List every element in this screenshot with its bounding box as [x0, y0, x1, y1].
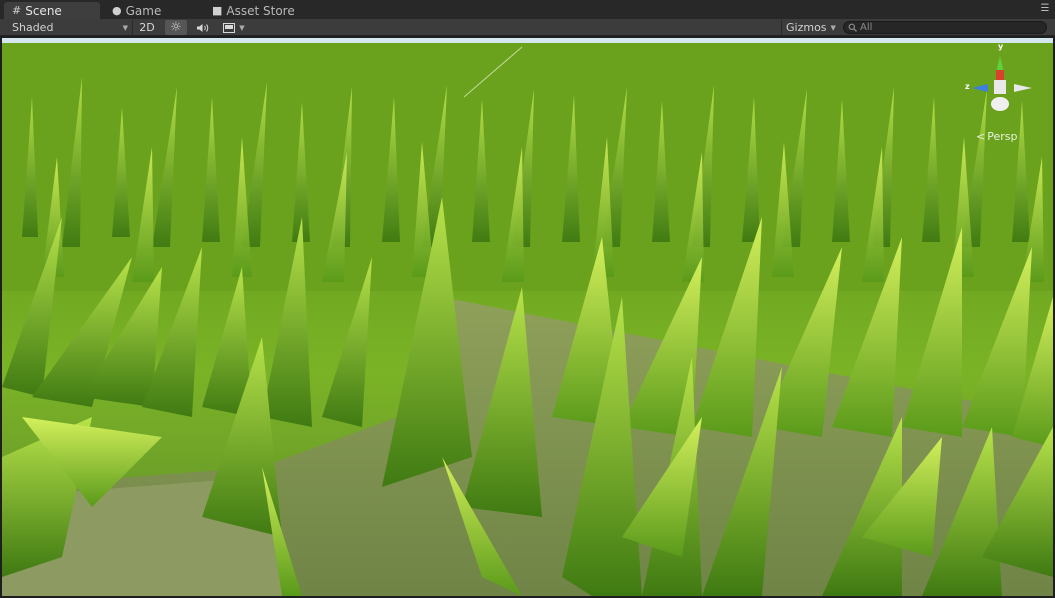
image-effects-icon — [223, 22, 236, 33]
chevron-down-icon: ▼ — [122, 23, 128, 32]
tab-game[interactable]: ● Game — [104, 2, 204, 19]
image-effects-dropdown[interactable]: ▼ — [220, 20, 248, 35]
axis-z-label: z — [965, 82, 970, 91]
mode-2d-button[interactable]: 2D — [134, 20, 160, 35]
axis-z-cone[interactable] — [972, 84, 988, 92]
projection-label: Persp — [987, 130, 1018, 143]
axis-y-neg-cone[interactable] — [991, 97, 1009, 111]
tab-scene[interactable]: # Scene — [4, 2, 100, 19]
grass-scene-render — [2, 37, 1053, 596]
tab-game-label: Game — [125, 3, 162, 18]
chevron-down-icon: ▼ — [239, 23, 245, 32]
mode-2d-label: 2D — [139, 21, 155, 34]
scene-audio-toggle[interactable] — [192, 20, 214, 35]
search-icon — [848, 23, 857, 32]
orientation-gizmo[interactable] — [960, 42, 1040, 122]
scene-lighting-toggle[interactable]: ☼ — [165, 20, 187, 35]
toolbar-divider — [132, 20, 133, 35]
sun-icon: ☼ — [170, 20, 182, 35]
toolbar-divider — [781, 20, 782, 35]
lock-icon: ■ — [212, 4, 223, 17]
gizmo-center-cube[interactable] — [994, 80, 1006, 94]
axis-y-cone[interactable] — [996, 56, 1004, 72]
scene-viewport[interactable] — [2, 37, 1053, 596]
tab-scene-label: Scene — [25, 3, 62, 18]
chevron-down-icon: ▼ — [830, 23, 836, 32]
scene-grid-icon: # — [12, 4, 22, 17]
axis-x-neg-cone[interactable] — [1014, 84, 1032, 92]
tab-asset-store-label: Asset Store — [226, 3, 295, 18]
gizmos-label: Gizmos — [786, 21, 827, 34]
scene-search[interactable] — [843, 21, 1047, 34]
render-mode-label: Shaded — [12, 21, 54, 34]
gizmos-dropdown[interactable]: Gizmos ▼ — [786, 19, 836, 36]
scene-toolbar: Shaded ▼ 2D ☼ ▼ Gizmos ▼ — [0, 19, 1055, 36]
render-mode-dropdown[interactable]: Shaded ▼ — [12, 19, 128, 36]
game-controller-icon: ● — [112, 4, 122, 17]
speaker-icon — [197, 23, 209, 32]
search-input[interactable] — [860, 22, 1040, 33]
tab-menu-icon[interactable]: ☰ — [1039, 4, 1051, 14]
tab-asset-store[interactable]: ■ Asset Store — [204, 2, 314, 19]
projection-toggle[interactable]: < Persp — [976, 130, 1017, 143]
axis-y-label: y — [998, 42, 1004, 51]
tab-bar: # Scene ● Game ■ Asset Store ☰ — [0, 0, 1055, 19]
axis-x-cone[interactable] — [996, 70, 1004, 80]
chevron-left-icon: < — [976, 130, 986, 143]
